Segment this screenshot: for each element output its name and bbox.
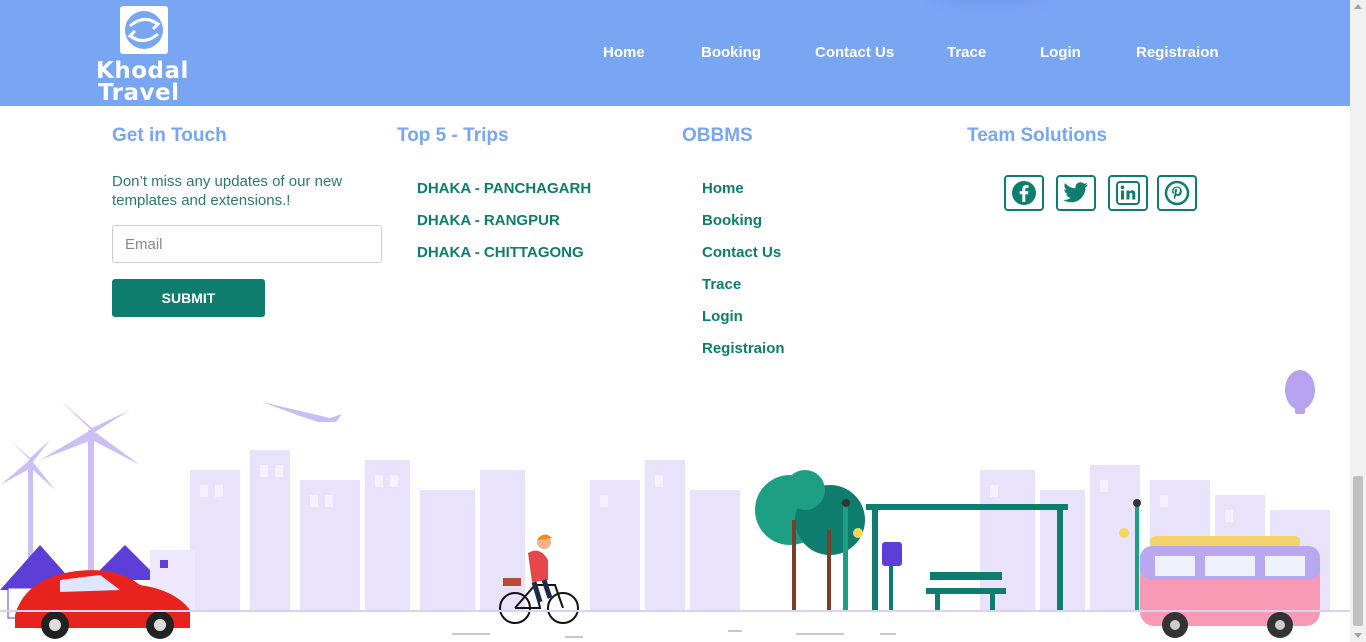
- airplane-icon: [262, 402, 342, 422]
- pinterest-icon: [1164, 180, 1190, 206]
- page-scrollbar[interactable]: [1350, 0, 1366, 642]
- trip-link-panchagarh[interactable]: DHAKA - PANCHAGARH: [417, 180, 591, 197]
- facebook-icon: [1012, 181, 1036, 205]
- logo-line-1: Khodal: [96, 58, 189, 84]
- scroll-down-arrow-icon[interactable]: [1354, 633, 1362, 638]
- nav-trace[interactable]: Trace: [947, 44, 986, 61]
- facebook-button[interactable]: [1004, 175, 1044, 211]
- nav-login[interactable]: Login: [1040, 44, 1081, 61]
- twitter-icon: [1063, 182, 1088, 203]
- scroll-thumb[interactable]: [1353, 476, 1363, 626]
- footer-link-login[interactable]: Login: [702, 308, 743, 325]
- newsletter-description: Don’t miss any updates of our new templa…: [112, 173, 343, 209]
- logo-globe-icon: [120, 6, 168, 54]
- bus-stop: [866, 504, 1068, 610]
- get-in-touch-title: Get in Touch: [112, 125, 227, 146]
- email-input[interactable]: [112, 225, 382, 263]
- twitter-button[interactable]: [1056, 175, 1096, 211]
- pinterest-button[interactable]: [1157, 175, 1197, 211]
- logo-line-2: Travel: [98, 80, 180, 106]
- green-trees: [755, 470, 865, 610]
- submit-button[interactable]: SUBMIT: [112, 279, 265, 317]
- footer-link-trace[interactable]: Trace: [702, 276, 741, 293]
- nav-booking[interactable]: Booking: [701, 44, 761, 61]
- nav-home[interactable]: Home: [603, 44, 645, 61]
- road-line: [0, 610, 1350, 612]
- navbar: Khodal Travel Home Booking Contact Us Tr…: [0, 0, 1350, 106]
- trip-link-chittagong[interactable]: DHAKA - CHITTAGONG: [417, 244, 584, 261]
- footer-link-registration[interactable]: Registraion: [702, 340, 785, 357]
- footer-link-booking[interactable]: Booking: [702, 212, 762, 229]
- linkedin-button[interactable]: [1108, 175, 1148, 211]
- trip-link-rangpur[interactable]: DHAKA - RANGPUR: [417, 212, 560, 229]
- team-solutions-title: Team Solutions: [967, 125, 1108, 146]
- footer-link-home[interactable]: Home: [702, 180, 744, 197]
- footer-link-contact-us[interactable]: Contact Us: [702, 244, 781, 261]
- nav-contact-us[interactable]: Contact Us: [815, 44, 894, 61]
- logo[interactable]: Khodal Travel: [96, 4, 196, 106]
- balloon-icon: [1285, 370, 1315, 414]
- pink-van: [1140, 536, 1320, 638]
- linkedin-icon: [1116, 181, 1140, 205]
- obbms-title: OBBMS: [682, 125, 753, 146]
- top-trips-title: Top 5 - Trips: [397, 125, 509, 146]
- nav-registration[interactable]: Registraion: [1136, 44, 1219, 61]
- scroll-up-arrow-icon[interactable]: [1354, 4, 1362, 9]
- logo-text: Khodal Travel: [96, 58, 196, 106]
- decorative-shadow: [930, 0, 1050, 4]
- city-illustration: [0, 370, 1350, 639]
- road-dashes: [452, 630, 896, 638]
